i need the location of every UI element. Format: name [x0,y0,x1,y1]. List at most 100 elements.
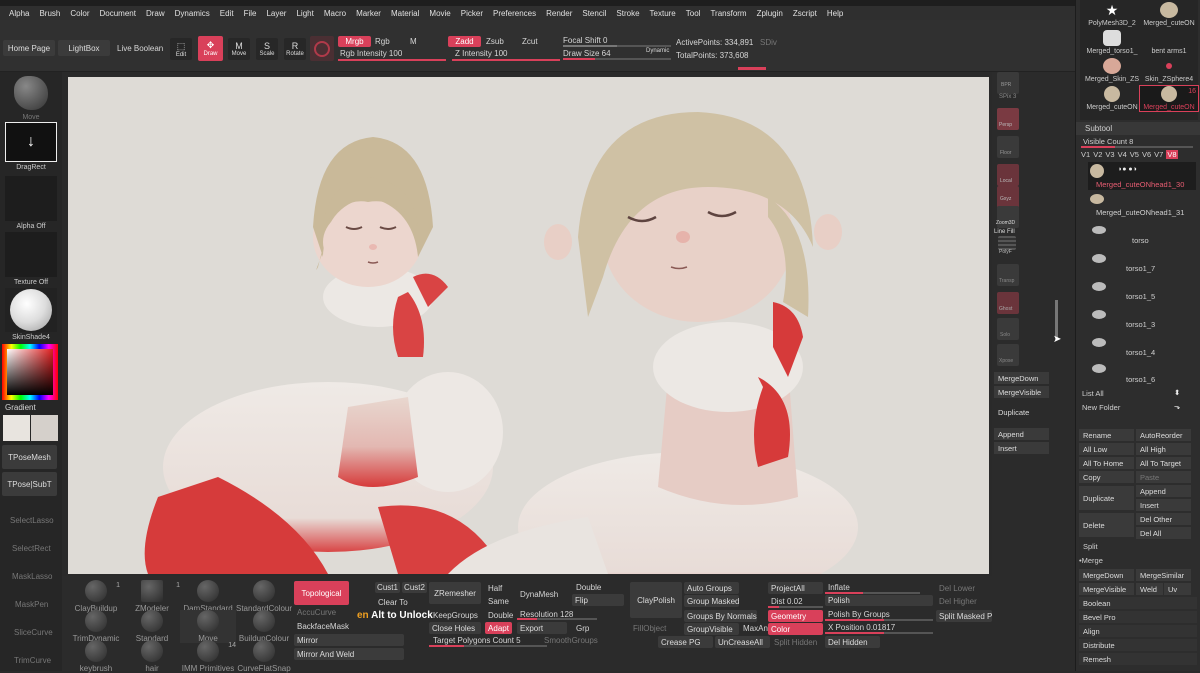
subtool-row[interactable]: torso [1088,222,1196,248]
polyf-grid-icon[interactable] [998,236,1016,250]
brush-damstandard[interactable]: DamStandard [180,580,236,613]
menu-item-file[interactable]: File [239,9,262,18]
trimcurve-label[interactable]: TrimCurve [14,656,51,665]
menu-item-render[interactable]: Render [541,9,577,18]
z-intensity-slider[interactable]: Z Intensity 100 [455,49,507,58]
menu-item-stencil[interactable]: Stencil [577,9,611,18]
polish-slider[interactable]: Polish [825,595,933,606]
draw-button[interactable]: ✥ Draw [198,36,223,61]
arrow-down-icon[interactable]: ⬎ [1174,402,1180,411]
cust2-button[interactable]: Cust2 [402,582,427,593]
masklasso-label[interactable]: MaskLasso [12,572,52,581]
append-button[interactable]: Append [1136,485,1191,497]
del-all-button[interactable]: Del All [1136,527,1191,539]
groups-by-normals-button[interactable]: Groups By Normals [684,610,757,622]
new-folder-button[interactable]: New Folder [1082,403,1120,412]
zremesher-button[interactable]: ZRemesher [429,582,481,604]
accucurve-toggle[interactable]: AccuCurve [297,608,336,617]
menu-item-transform[interactable]: Transform [705,9,751,18]
spix-slider[interactable]: SPix 3 [999,94,1016,100]
align-section[interactable]: Align [1079,625,1197,637]
slicecurve-label[interactable]: SliceCurve [14,628,53,637]
brush-hair[interactable]: hair [124,640,180,673]
resolution-track[interactable] [517,618,597,620]
sdiv-slider[interactable]: SDiv [760,38,777,47]
adapt-button[interactable]: Adapt [485,622,512,634]
menu-item-layer[interactable]: Layer [261,9,291,18]
split-section[interactable]: Split [1083,542,1098,551]
version-v2[interactable]: V2 [1093,150,1102,159]
mergevisible-button[interactable]: MergeVisible [1079,583,1134,595]
subtool-row[interactable]: torso1_3 [1088,306,1196,332]
groupvisible-button[interactable]: GroupVisible [684,623,739,635]
arrow-up-icon[interactable]: ⬍ [1174,388,1180,397]
keepgroups-toggle[interactable]: KeepGroups [433,611,478,620]
tool-polymesh3d[interactable]: ★ PolyMesh3D_2 [1084,2,1140,27]
tool-merged-cuteon-1[interactable]: Merged_cuteON [1140,2,1198,27]
line-fill-button[interactable]: Line Fill [994,229,1015,235]
menu-item-movie[interactable]: Movie [424,9,455,18]
polish-by-groups-track[interactable] [825,619,933,621]
brush-move[interactable]: Move [180,610,236,643]
version-v3[interactable]: V3 [1105,150,1114,159]
same-button[interactable]: Same [488,597,509,606]
move-button[interactable]: M Move [228,38,250,60]
version-v1[interactable]: V1 [1081,150,1090,159]
live-boolean-toggle[interactable]: Live Boolean [117,44,163,53]
dist-track[interactable] [768,606,823,608]
version-v5[interactable]: V5 [1130,150,1139,159]
subtool-row-active[interactable]: ◗● ●◑ Merged_cuteONhead1_30 [1088,162,1196,190]
edit-button[interactable]: ⬚ Edit [170,38,192,60]
strip-mergedown-button[interactable]: MergeDown [994,372,1049,384]
material-tile[interactable]: SkinShade4 [5,288,57,341]
dynamic-toggle[interactable]: Dynamic [646,48,669,54]
menu-item-picker[interactable]: Picker [456,9,488,18]
mrgb-button[interactable]: Mrgb [338,36,371,47]
brush-standard[interactable]: Standard [124,610,180,643]
strip-insert-button[interactable]: Insert [994,442,1049,454]
tool-merged-cuteon-active[interactable]: Merged_cuteON 16 [1139,85,1199,112]
version-v7[interactable]: V7 [1154,150,1163,159]
brush-curveflatsnap[interactable]: CurveFlatSnap [236,640,292,673]
selectrect-label[interactable]: SelectRect [12,544,51,553]
tool-bent-arms[interactable]: bent arms1 [1140,30,1198,55]
brush-buildupcolour[interactable]: BuildupColour [236,610,292,643]
remesh-section[interactable]: Remesh [1079,653,1197,665]
group-masked-button[interactable]: Group Masked [684,595,739,607]
zadd-button[interactable]: Zadd [448,36,481,47]
rgb-intensity-track[interactable] [338,59,446,61]
flip-button[interactable]: Flip [572,594,624,606]
export-button[interactable]: Export [517,622,567,634]
color-project-button[interactable]: Color [768,623,823,635]
weld-toggle[interactable]: Weld [1136,583,1163,595]
version-v6[interactable]: V6 [1142,150,1151,159]
menu-item-light[interactable]: Light [291,9,318,18]
brush-standardcolour[interactable]: StandardColour [236,580,292,613]
geometry-button[interactable]: Geometry [768,610,823,622]
brush-keybrush[interactable]: keybrush [68,640,124,673]
x-position-slider[interactable]: X Position 0.01817 [828,623,895,632]
lightbox-button[interactable]: LightBox [58,40,110,56]
menu-item-draw[interactable]: Draw [141,9,170,18]
z-intensity-track[interactable] [452,59,560,61]
tool-merged-torso[interactable]: Merged_torso1_ [1084,30,1140,55]
del-higher-button[interactable]: Del Higher [939,597,977,606]
selectlasso-label[interactable]: SelectLasso [10,516,54,525]
clear-to-button[interactable]: Clear To [378,598,408,607]
subtool-row[interactable]: torso1_4 [1088,334,1196,360]
menu-item-edit[interactable]: Edit [215,9,239,18]
stroke-tile[interactable]: ↓ DragRect [5,122,57,171]
strip-mergevisible-button[interactable]: MergeVisible [994,386,1049,398]
subtool-title[interactable]: Subtool [1085,124,1112,133]
inflate-slider[interactable]: Inflate [828,583,850,592]
tpose-subt-button[interactable]: TPose|SubT [2,472,57,496]
close-holes-button[interactable]: Close Holes [429,622,481,634]
menu-item-alpha[interactable]: Alpha [4,9,34,18]
del-hidden-button[interactable]: Del Hidden [825,636,880,648]
focal-shift-slider[interactable]: Focal Shift 0 [563,36,607,45]
home-page-button[interactable]: Home Page [3,40,55,56]
menu-item-dynamics[interactable]: Dynamics [170,9,215,18]
menu-item-material[interactable]: Material [386,9,424,18]
backfacemask-toggle[interactable]: BackfaceMask [297,622,349,631]
subtool-visibility-icons[interactable]: ◗● ●◑ [1118,166,1137,173]
